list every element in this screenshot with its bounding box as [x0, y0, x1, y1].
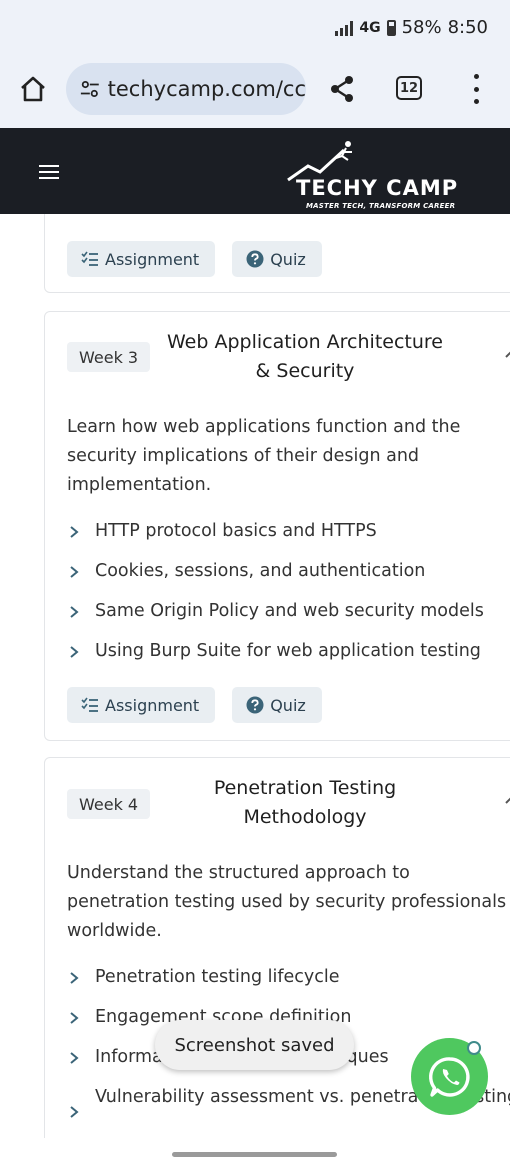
chevron-right-icon	[70, 972, 79, 984]
week-description: Understand the structured approach to pe…	[67, 863, 507, 941]
question-icon	[246, 696, 264, 714]
tab-switcher-button[interactable]: 12	[396, 76, 422, 100]
battery-level: 58%	[401, 17, 442, 38]
battery-icon	[386, 19, 396, 36]
week-title-line: Methodology	[243, 806, 367, 828]
home-icon[interactable]	[18, 74, 48, 104]
status-bar: 4G 58% 8:50	[0, 0, 510, 58]
week-title-line: & Security	[255, 360, 355, 382]
week-card-previous: Assignment Quiz	[44, 214, 510, 293]
checklist-icon	[81, 697, 98, 712]
assignment-label: Assignment	[105, 249, 200, 269]
course-content: Assignment Quiz Week 3 Web Application A…	[0, 214, 510, 1138]
techycamp-logo[interactable]: TECHY CAMP MASTER TECH, TRANSFORM CAREER	[282, 136, 492, 212]
week-title-line: Penetration Testing	[213, 777, 397, 799]
site-settings-icon[interactable]	[80, 79, 100, 99]
logo-title: TECHY CAMP	[296, 176, 459, 200]
week-badge: Week 3	[67, 342, 151, 372]
topic-text: Using Burp Suite for web application tes…	[95, 641, 481, 661]
logo-tagline: MASTER TECH, TRANSFORM CAREER	[306, 202, 456, 210]
chevron-right-icon	[70, 1106, 79, 1118]
signal-icon	[335, 20, 354, 36]
assignment-button[interactable]: Assignment	[67, 241, 216, 277]
topic-list: HTTP protocol basics and HTTPS Cookies, …	[67, 517, 484, 677]
whatsapp-icon	[428, 1056, 470, 1097]
week-description: Learn how web applications function and …	[67, 417, 461, 495]
topic-text: Cookies, sessions, and authentication	[95, 561, 426, 581]
checklist-icon	[81, 251, 98, 266]
url-text: techycamp.com/cc	[107, 77, 306, 101]
chevron-right-icon	[70, 1052, 79, 1064]
card-actions: Assignment Quiz	[67, 687, 322, 723]
week-title[interactable]: Web Application Architecture & Security	[155, 328, 455, 386]
topic-text: HTTP protocol basics and HTTPS	[95, 521, 377, 541]
topic-item: Same Origin Policy and web security mode…	[67, 597, 484, 637]
network-type: 4G	[359, 19, 381, 36]
gesture-handle[interactable]	[172, 1152, 337, 1157]
chevron-right-icon	[70, 566, 79, 578]
browser-toolbar: techycamp.com/cc 12	[0, 58, 510, 128]
quiz-label: Quiz	[270, 695, 306, 715]
week-title-line: Web Application Architecture	[167, 331, 443, 353]
chevron-right-icon	[70, 1012, 79, 1024]
collapse-caret-icon[interactable]	[505, 348, 510, 360]
hamburger-menu-icon[interactable]	[39, 165, 59, 179]
topic-item: Penetration testing lifecycle	[67, 963, 510, 1003]
notification-dot	[467, 1041, 481, 1055]
chevron-right-icon	[70, 646, 79, 658]
address-bar[interactable]: techycamp.com/cc	[66, 63, 306, 115]
site-header: TECHY CAMP MASTER TECH, TRANSFORM CAREER	[0, 128, 510, 214]
card-actions: Assignment Quiz	[67, 241, 322, 277]
status-indicators: 4G 58% 8:50	[335, 17, 488, 38]
browser-menu-icon[interactable]	[470, 74, 482, 104]
quiz-button[interactable]: Quiz	[232, 241, 322, 277]
topic-text: Penetration testing lifecycle	[95, 967, 340, 987]
system-nav-bar	[0, 1138, 510, 1170]
chevron-right-icon	[70, 526, 79, 538]
toast-message: Screenshot saved	[155, 1020, 354, 1070]
assignment-button[interactable]: Assignment	[67, 687, 216, 723]
quiz-button[interactable]: Quiz	[232, 687, 322, 723]
topic-item: Using Burp Suite for web application tes…	[67, 637, 484, 677]
topic-item: HTTP protocol basics and HTTPS	[67, 517, 484, 557]
share-icon[interactable]	[327, 74, 357, 104]
week-badge: Week 4	[67, 789, 151, 819]
collapse-caret-icon[interactable]	[505, 794, 510, 806]
clock: 8:50	[447, 17, 488, 38]
quiz-label: Quiz	[270, 249, 306, 269]
week-card: Week 3 Web Application Architecture & Se…	[44, 311, 510, 741]
assignment-label: Assignment	[105, 695, 200, 715]
topic-item: Cookies, sessions, and authentication	[67, 557, 484, 597]
topic-text: Same Origin Policy and web security mode…	[95, 601, 484, 621]
question-icon	[246, 250, 264, 268]
week-title[interactable]: Penetration Testing Methodology	[155, 774, 455, 832]
chevron-right-icon	[70, 606, 79, 618]
